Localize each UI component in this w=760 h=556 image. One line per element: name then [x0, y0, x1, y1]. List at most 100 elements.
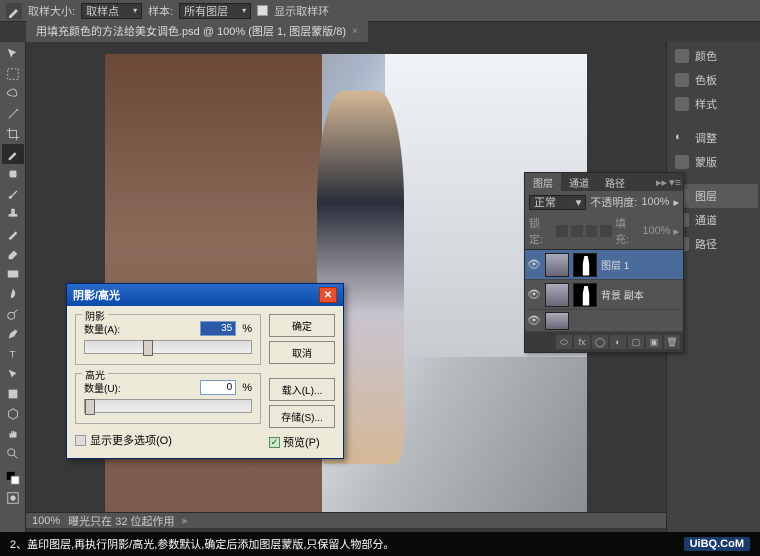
group-icon[interactable]: ▢	[628, 335, 644, 349]
toolbox: T	[0, 42, 26, 532]
tool-preset-icon[interactable]	[6, 3, 22, 19]
lock-pixels-icon[interactable]	[571, 225, 583, 237]
delete-layer-icon[interactable]: 🗑	[664, 335, 680, 349]
shape-tool[interactable]	[2, 384, 24, 404]
dialog-titlebar[interactable]: 阴影/高光 ✕	[67, 284, 343, 306]
layers-panel-tabs: 图层 通道 路径 ▸▸▾≡	[525, 173, 683, 191]
fill-value[interactable]: 100%	[642, 225, 670, 237]
shadow-amount-input[interactable]	[200, 321, 236, 336]
panel-color[interactable]: 颜色	[669, 44, 758, 68]
eraser-tool[interactable]	[2, 244, 24, 264]
path-select-tool[interactable]	[2, 364, 24, 384]
layers-panel-footer: ⬭ fx ◯ ◐ ▢ ▣ 🗑	[525, 332, 683, 352]
visibility-toggle-icon[interactable]: 👁	[527, 258, 541, 272]
status-info: 曝光只在 32 位起作用	[68, 513, 174, 529]
tab-layers[interactable]: 图层	[525, 173, 561, 191]
layer-name[interactable]: 图层 1	[601, 257, 681, 272]
lock-all-icon[interactable]	[600, 225, 612, 237]
visibility-toggle-icon[interactable]: 👁	[527, 288, 541, 302]
panel-adjustments[interactable]: ◐调整	[669, 126, 758, 150]
highlight-slider[interactable]	[84, 399, 252, 413]
tab-paths[interactable]: 路径	[597, 173, 633, 191]
styles-icon	[675, 97, 689, 111]
percent-label: %	[242, 323, 252, 335]
zoom-tool[interactable]	[2, 444, 24, 464]
lock-transparent-icon[interactable]	[556, 225, 568, 237]
wand-tool[interactable]	[2, 104, 24, 124]
zoom-level[interactable]: 100%	[32, 515, 60, 527]
move-tool[interactable]	[2, 44, 24, 64]
panel-menu-icon[interactable]: ▾≡	[669, 176, 681, 189]
eyedropper-tool[interactable]	[2, 144, 24, 164]
heal-tool[interactable]	[2, 164, 24, 184]
sample-label: 样本:	[148, 3, 173, 19]
layer-thumbnail[interactable]	[545, 283, 569, 307]
gradient-tool[interactable]	[2, 264, 24, 284]
link-layers-icon[interactable]: ⬭	[556, 335, 572, 349]
dodge-tool[interactable]	[2, 304, 24, 324]
hand-tool[interactable]	[2, 424, 24, 444]
swatches-icon	[675, 73, 689, 87]
layer-row-1[interactable]: 👁 图层 1	[525, 250, 683, 280]
layer-row-3[interactable]: 👁	[525, 310, 683, 332]
opacity-arrow-icon[interactable]: ▸	[673, 196, 679, 209]
layer-mask-icon[interactable]: ◯	[592, 335, 608, 349]
cancel-button[interactable]: 取消	[269, 341, 335, 364]
lock-position-icon[interactable]	[586, 225, 598, 237]
slider-handle[interactable]	[143, 340, 153, 356]
layer-row-2[interactable]: 👁 背景 副本	[525, 280, 683, 310]
save-button[interactable]: 存储(S)...	[269, 405, 335, 428]
layer-name[interactable]: 背景 副本	[601, 287, 681, 302]
panel-collapse-icon[interactable]: ▸▸	[656, 176, 667, 189]
preview-checkbox[interactable]: ✓	[269, 437, 280, 448]
visibility-toggle-icon[interactable]: 👁	[527, 314, 541, 328]
marquee-tool[interactable]	[2, 64, 24, 84]
slider-handle[interactable]	[85, 399, 95, 415]
show-sample-checkbox[interactable]	[257, 5, 268, 16]
crop-tool[interactable]	[2, 124, 24, 144]
tab-channels[interactable]: 通道	[561, 173, 597, 191]
3d-tool[interactable]	[2, 404, 24, 424]
close-tab-icon[interactable]: ×	[352, 26, 358, 37]
text-tool[interactable]: T	[2, 344, 24, 364]
adjustment-layer-icon[interactable]: ◐	[610, 335, 626, 349]
load-button[interactable]: 载入(L)...	[269, 378, 335, 401]
history-brush-tool[interactable]	[2, 224, 24, 244]
opacity-value[interactable]: 100%	[641, 196, 669, 208]
layer-thumbnail[interactable]	[545, 253, 569, 277]
layer-style-icon[interactable]: fx	[574, 335, 590, 349]
panel-masks[interactable]: 蒙版	[669, 150, 758, 174]
quickmask-toggle[interactable]	[2, 488, 24, 508]
close-icon[interactable]: ✕	[319, 287, 337, 303]
brush-tool[interactable]	[2, 184, 24, 204]
new-layer-icon[interactable]: ▣	[646, 335, 662, 349]
shadow-amount-label: 数量(A):	[84, 321, 120, 336]
layer-mask-thumbnail[interactable]	[573, 253, 597, 277]
lasso-tool[interactable]	[2, 84, 24, 104]
color-icon	[675, 49, 689, 63]
panel-styles[interactable]: 样式	[669, 92, 758, 116]
shadow-slider[interactable]	[84, 340, 252, 354]
ok-button[interactable]: 确定	[269, 314, 335, 337]
blur-tool[interactable]	[2, 284, 24, 304]
layer-thumbnail[interactable]	[545, 312, 569, 330]
highlight-amount-input[interactable]	[200, 380, 236, 395]
stamp-tool[interactable]	[2, 204, 24, 224]
foreground-background-swatch[interactable]	[2, 468, 24, 488]
blend-mode-dropdown[interactable]: 正常▾	[529, 195, 586, 210]
panel-swatches[interactable]: 色板	[669, 68, 758, 92]
shadow-legend: 阴影	[82, 308, 108, 323]
fill-label: 填充:	[615, 215, 639, 247]
document-tab[interactable]: 用填充颜色的方法给美女调色.psd @ 100% (图层 1, 图层蒙版/8) …	[26, 20, 368, 42]
more-options-label: 显示更多选项(O)	[90, 432, 172, 448]
options-bar: 取样大小: 取样点 样本: 所有图层 显示取样环	[0, 0, 760, 22]
sample-dropdown[interactable]: 所有图层	[179, 3, 251, 19]
show-sample-label: 显示取样环	[274, 3, 329, 19]
sample-size-dropdown[interactable]: 取样点	[81, 3, 142, 19]
layer-mask-thumbnail[interactable]	[573, 283, 597, 307]
preview-label: 预览(P)	[283, 434, 320, 450]
more-options-checkbox[interactable]	[75, 435, 86, 446]
pen-tool[interactable]	[2, 324, 24, 344]
fill-arrow-icon[interactable]: ▸	[673, 225, 679, 238]
percent-label: %	[242, 382, 252, 394]
